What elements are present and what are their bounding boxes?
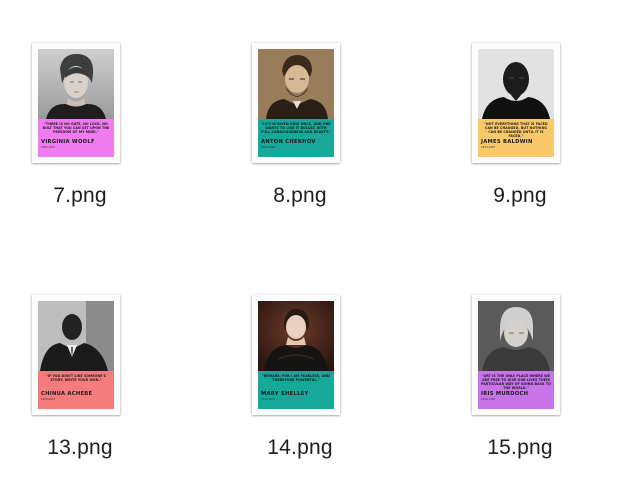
file-name-label[interactable]: 8.png [220, 184, 380, 208]
portrait-image [258, 49, 334, 119]
poster-quote: "Beware; for I am fearless, and therefor… [262, 374, 330, 382]
poster-author: VIRGINIA WOOLF [41, 139, 95, 145]
file-name-label[interactable]: 13.png [0, 436, 160, 460]
poster-quote: "Art is the only place where we are free… [481, 374, 551, 390]
quote-poster: "Life is given only once, and one wants … [258, 49, 334, 157]
file-thumbnail[interactable]: "Not everything that is faced can be cha… [472, 43, 560, 163]
poster-quote: "Life is given only once, and one wants … [261, 122, 331, 134]
poster-quote: "Not everything that is faced can be cha… [484, 122, 548, 138]
poster-years: 1924-1987 [481, 146, 496, 149]
portrait-image [478, 301, 554, 371]
quote-poster: "If you don't like someone's story, writ… [38, 301, 114, 409]
file-thumbnail[interactable]: "If you don't like someone's story, writ… [32, 295, 120, 415]
portrait-achebe-image [38, 301, 114, 371]
poster-caption: "There is no gate, no lock, no bolt that… [38, 119, 114, 157]
portrait-image [258, 301, 334, 371]
portrait-shelley-image [258, 301, 334, 371]
portrait-image [38, 301, 114, 371]
portrait-image [478, 49, 554, 119]
file-thumbnail[interactable]: "There is no gate, no lock, no bolt that… [32, 43, 120, 163]
poster-author: JAMES BALDWIN [481, 139, 533, 145]
poster-years: 1860-1904 [261, 146, 276, 149]
poster-author: MARY SHELLEY [261, 391, 309, 397]
poster-caption: "Art is the only place where we are free… [478, 371, 554, 409]
poster-caption: "Life is given only once, and one wants … [258, 119, 334, 157]
poster-years: 1930-2013 [41, 398, 56, 401]
file-name-label[interactable]: 7.png [0, 184, 160, 208]
poster-caption: "Beware; for I am fearless, and therefor… [258, 371, 334, 409]
file-thumbnail[interactable]: "Beware; for I am fearless, and therefor… [252, 295, 340, 415]
poster-years: 1882-1941 [41, 146, 56, 149]
portrait-image [38, 49, 114, 119]
quote-poster: "Art is the only place where we are free… [478, 301, 554, 409]
poster-caption: "If you don't like someone's story, writ… [38, 371, 114, 409]
portrait-woolf-image [38, 49, 114, 119]
poster-author: ANTON CHEKHOV [261, 139, 316, 145]
finder-icon-grid: "There is no gate, no lock, no bolt that… [0, 0, 640, 480]
portrait-chekhov-image [258, 49, 334, 119]
file-name-label[interactable]: 9.png [440, 184, 600, 208]
poster-quote: "If you don't like someone's story, writ… [46, 374, 106, 382]
file-name-label[interactable]: 15.png [440, 436, 600, 460]
poster-author: IRIS MURDOCH [481, 391, 529, 397]
poster-caption: "Not everything that is faced can be cha… [478, 119, 554, 157]
poster-years: 1797-1851 [261, 398, 276, 401]
quote-poster: "There is no gate, no lock, no bolt that… [38, 49, 114, 157]
file-thumbnail[interactable]: "Life is given only once, and one wants … [252, 43, 340, 163]
poster-years: 1919-1999 [481, 398, 496, 401]
portrait-baldwin-image [478, 49, 554, 119]
file-name-label[interactable]: 14.png [220, 436, 380, 460]
portrait-murdoch-image [478, 301, 554, 371]
poster-author: CHINUA ACHEBE [41, 391, 93, 397]
file-thumbnail[interactable]: "Art is the only place where we are free… [472, 295, 560, 415]
quote-poster: "Not everything that is faced can be cha… [478, 49, 554, 157]
quote-poster: "Beware; for I am fearless, and therefor… [258, 301, 334, 409]
poster-quote: "There is no gate, no lock, no bolt that… [42, 122, 110, 134]
